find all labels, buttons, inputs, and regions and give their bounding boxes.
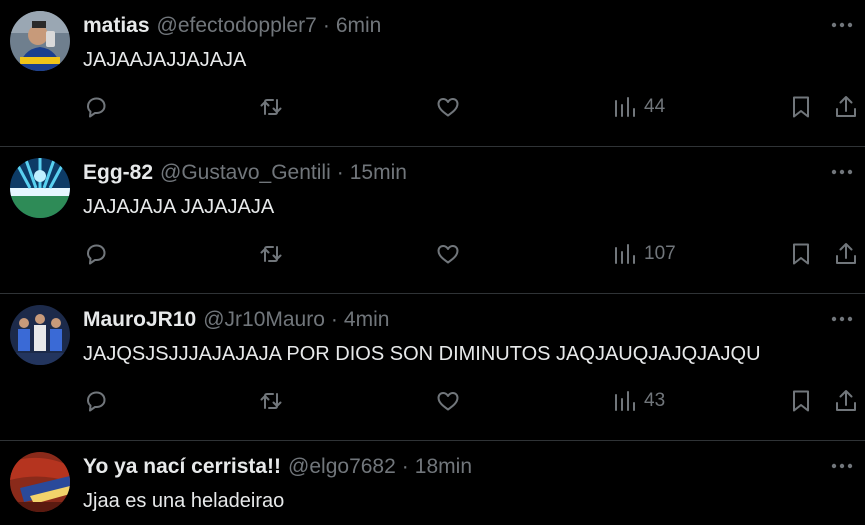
views-bars-icon — [615, 391, 635, 411]
tweet-header: MauroJR10 @Jr10Mauro · 4min — [83, 307, 389, 333]
retweet-icon — [260, 246, 282, 262]
views-count: 44 — [644, 96, 666, 117]
more-dots-icon[interactable] — [829, 453, 855, 479]
separator-dot: · — [336, 161, 344, 184]
more-dots-icon[interactable] — [829, 12, 855, 38]
timestamp[interactable]: 4min — [344, 308, 390, 332]
user-handle[interactable]: @efectodoppler7 — [157, 14, 317, 38]
share-button[interactable] — [833, 240, 859, 268]
timestamp[interactable]: 15min — [350, 161, 407, 185]
separator-dot: · — [401, 455, 409, 478]
display-name[interactable]: matias — [83, 14, 150, 38]
bookmark-icon — [793, 96, 809, 118]
share-icon — [836, 390, 856, 411]
bookmark-button[interactable] — [788, 387, 814, 415]
tweet-text: Jjaa es una heladeirao — [83, 490, 285, 512]
tweet-header: matias @efectodoppler7 · 6min — [83, 13, 381, 39]
tweet[interactable]: Yo ya nací cerrista!! @elgo7682 · 18min … — [0, 441, 865, 521]
views-button[interactable]: 43 — [612, 387, 665, 415]
user-handle[interactable]: @Gustavo_Gentili — [160, 161, 331, 185]
avatar[interactable] — [10, 452, 70, 512]
bookmark-icon — [793, 390, 809, 412]
tweet-header: Egg-82 @Gustavo_Gentili · 15min — [83, 160, 407, 186]
tweet-header: Yo ya nací cerrista!! @elgo7682 · 18min — [83, 454, 472, 480]
action-bar: 107 — [0, 240, 865, 268]
views-button[interactable]: 44 — [612, 93, 665, 121]
avatar[interactable] — [10, 11, 70, 71]
action-bar: 44 — [0, 93, 865, 121]
heart-icon — [437, 245, 459, 264]
tweet[interactable]: Egg-82 @Gustavo_Gentili · 15min JAJAJAJA… — [0, 147, 865, 294]
reply-feed: matias @efectodoppler7 · 6min JAJAAJAJJA… — [0, 0, 865, 521]
bookmark-button[interactable] — [788, 240, 814, 268]
share-button[interactable] — [833, 93, 859, 121]
display-name[interactable]: Egg-82 — [83, 161, 153, 185]
avatar[interactable] — [10, 158, 70, 218]
like-button[interactable] — [435, 240, 461, 268]
reply-icon — [87, 391, 106, 412]
tweet-text: JAJAJAJA JAJAJAJA — [83, 196, 275, 218]
share-icon — [836, 96, 856, 117]
display-name[interactable]: MauroJR10 — [83, 308, 196, 332]
action-bar: 43 — [0, 387, 865, 415]
share-icon — [836, 243, 856, 264]
retweet-button[interactable] — [258, 387, 284, 415]
views-count: 43 — [644, 390, 666, 411]
like-button[interactable] — [435, 387, 461, 415]
views-button[interactable]: 107 — [612, 240, 676, 268]
separator-dot: · — [322, 14, 330, 37]
retweet-icon — [260, 99, 282, 115]
reply-icon — [87, 97, 106, 118]
retweet-button[interactable] — [258, 240, 284, 268]
retweet-icon — [260, 393, 282, 409]
timestamp[interactable]: 18min — [415, 455, 472, 479]
views-bars-icon — [615, 244, 635, 264]
avatar[interactable] — [10, 305, 70, 365]
separator-dot: · — [330, 308, 338, 331]
more-dots-icon[interactable] — [829, 159, 855, 185]
heart-icon — [437, 98, 459, 117]
reply-button[interactable] — [83, 387, 109, 415]
views-count: 107 — [644, 243, 676, 264]
display-name[interactable]: Yo ya nací cerrista!! — [83, 455, 281, 479]
bookmark-icon — [793, 243, 809, 265]
bookmark-button[interactable] — [788, 93, 814, 121]
tweet[interactable]: MauroJR10 @Jr10Mauro · 4min JAJQSJSJJJAJ… — [0, 294, 865, 441]
reply-button[interactable] — [83, 93, 109, 121]
timestamp[interactable]: 6min — [336, 14, 382, 38]
more-dots-icon[interactable] — [829, 306, 855, 332]
tweet-text: JAJQSJSJJJAJAJAJA POR DIOS SON DIMINUTOS… — [83, 343, 761, 365]
retweet-button[interactable] — [258, 93, 284, 121]
views-bars-icon — [615, 97, 635, 117]
reply-button[interactable] — [83, 240, 109, 268]
tweet-text: JAJAAJAJJAJAJA — [83, 49, 247, 71]
reply-icon — [87, 244, 106, 265]
share-button[interactable] — [833, 387, 859, 415]
like-button[interactable] — [435, 93, 461, 121]
user-handle[interactable]: @Jr10Mauro — [203, 308, 325, 332]
tweet[interactable]: matias @efectodoppler7 · 6min JAJAAJAJJA… — [0, 0, 865, 147]
heart-icon — [437, 392, 459, 411]
user-handle[interactable]: @elgo7682 — [288, 455, 396, 479]
